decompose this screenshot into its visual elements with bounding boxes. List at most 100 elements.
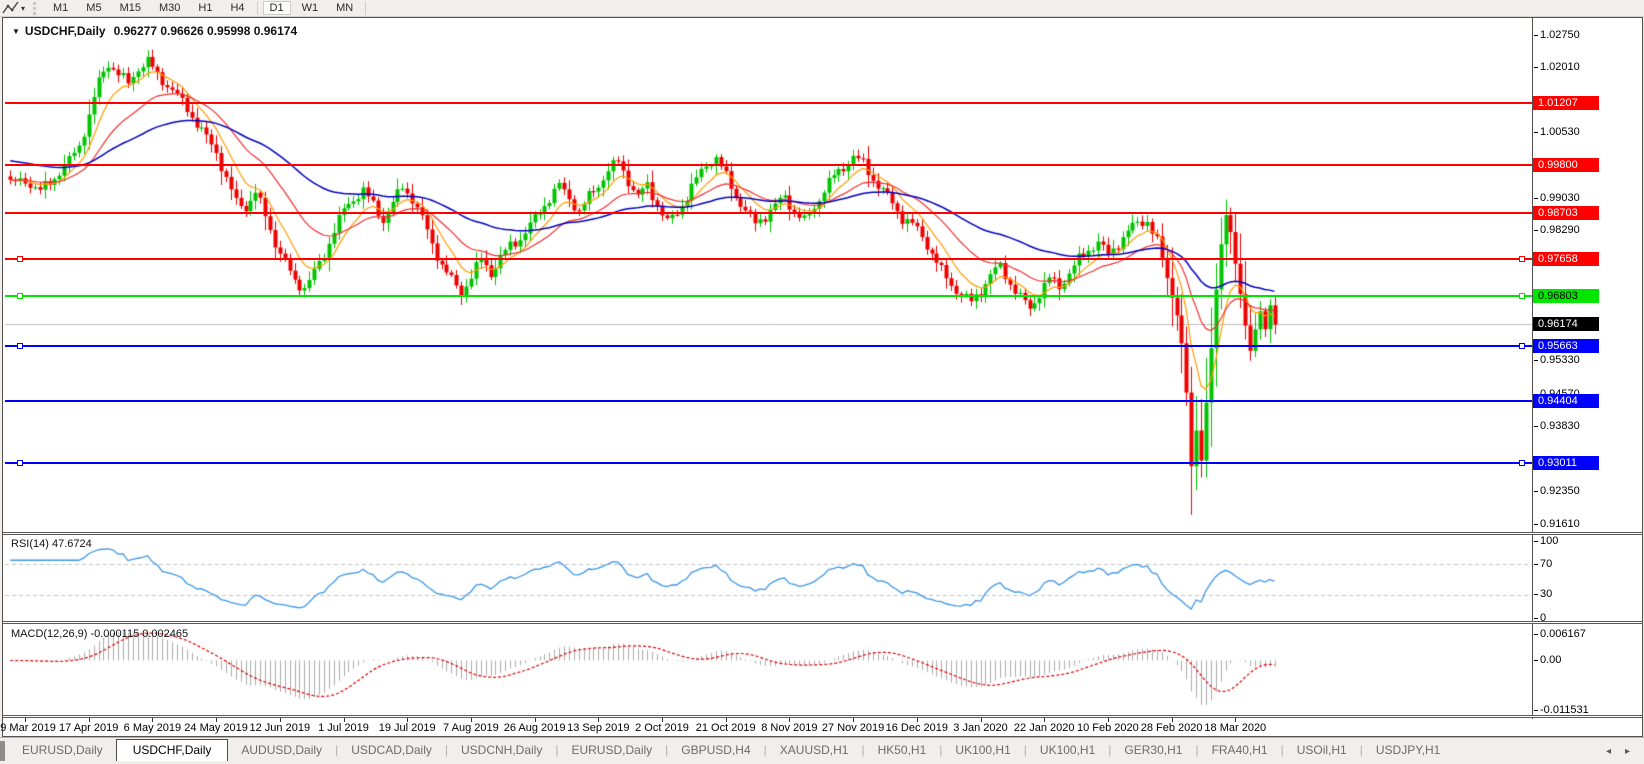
date-axis-label: 13 Sep 2019 [567, 722, 629, 734]
chart-tab-uk100-h1[interactable]: UK100,H1 [942, 740, 1023, 761]
rsi-axis-tick: 0 [1540, 612, 1546, 625]
drawing-tool-icon[interactable] [2, 1, 20, 16]
rsi-macd-separator[interactable] [3, 621, 1642, 624]
macd-date-separator [3, 715, 1642, 718]
chart-tab-hk50-h1[interactable]: HK50,H1 [865, 740, 940, 761]
rsi-axis-tick: 30 [1540, 588, 1552, 601]
price-axis-tick: 0.93830 [1540, 420, 1580, 433]
timeframe-toolbar: ▾ M1 M5 M15 M30 H1 H4 D1 W1MN [0, 0, 1644, 17]
price-axis-tick: 0.95330 [1540, 354, 1580, 367]
price-axis-tick: 1.00530 [1540, 126, 1580, 139]
chart-tab-bar: EURUSD,DailyUSDCHF,DailyAUDUSD,Daily|USD… [0, 737, 1644, 761]
level-price-label: 0.98703 [1533, 206, 1599, 220]
toolbar-separator [257, 2, 258, 15]
timeframe-button-h4[interactable]: H4 [223, 1, 251, 15]
chart-tab-audusd-daily[interactable]: AUDUSD,Daily [228, 740, 335, 761]
horizontal-level-line-0.98703[interactable] [5, 212, 1532, 214]
horizontal-level-line-0.99800[interactable] [5, 164, 1532, 166]
level-price-label: 0.93011 [1533, 456, 1599, 470]
date-axis-label: 10 Feb 2020 [1077, 722, 1139, 734]
chart-tab-uk100-h1[interactable]: UK100,H1 [1027, 740, 1108, 761]
date-axis-label: 3 Jan 2020 [953, 722, 1007, 734]
level-price-label: 0.94404 [1533, 394, 1599, 408]
date-axis-label: 27 Nov 2019 [822, 722, 884, 734]
horizontal-level-line-0.97658[interactable] [5, 258, 1532, 260]
chart-tab-eurusd-daily[interactable]: EURUSD,Daily [558, 740, 665, 761]
tabs-scroll-left-icon[interactable]: ◂ [1606, 746, 1611, 757]
chart-tab-fra40-h1[interactable]: FRA40,H1 [1199, 740, 1281, 761]
chart-tab-xauusd-h1[interactable]: XAUUSD,H1 [767, 740, 862, 761]
chart-tab-usdchf-daily[interactable]: USDCHF,Daily [116, 739, 229, 762]
toolbar-grip[interactable] [33, 2, 38, 15]
date-axis-label: 1 Jul 2019 [318, 722, 369, 734]
horizontal-level-line-0.96803[interactable] [5, 295, 1532, 297]
date-axis-label: 6 May 2019 [124, 722, 181, 734]
level-line-handle[interactable] [1519, 343, 1525, 349]
main-rsi-separator[interactable] [3, 532, 1642, 535]
date-axis-label: 24 May 2019 [184, 722, 248, 734]
level-price-label: 0.96803 [1533, 289, 1599, 303]
chart-tab-usdcnh-daily[interactable]: USDCNH,Daily [448, 740, 555, 761]
tabs-scroll-right-icon[interactable]: ▸ [1625, 746, 1630, 757]
date-axis-label: 2 Oct 2019 [635, 722, 689, 734]
date-axis-label: 26 Aug 2019 [504, 722, 566, 734]
level-price-label: 1.01207 [1533, 96, 1599, 110]
chart-symbol-label: USDCHF,Daily [25, 24, 106, 38]
price-axis-tick: 0.99030 [1540, 192, 1580, 205]
rsi-axis-tick: 70 [1540, 558, 1552, 571]
level-line-handle[interactable] [1519, 293, 1525, 299]
date-axis-label: 29 Mar 2019 [0, 722, 56, 734]
level-price-label: 0.95663 [1533, 339, 1599, 353]
date-axis-label: 18 Mar 2020 [1204, 722, 1266, 734]
horizontal-level-line-0.95663[interactable] [5, 345, 1532, 347]
chart-tab-gbpusd-h4[interactable]: GBPUSD,H4 [668, 740, 763, 761]
price-axis-tick: 0.98290 [1540, 224, 1580, 237]
chart-ohlc-values: 0.96277 0.96626 0.95998 0.96174 [114, 24, 298, 38]
macd-axis-tick: -0.011531 [1540, 704, 1589, 717]
price-axis[interactable] [1532, 18, 1642, 719]
date-axis-label: 21 Oct 2019 [696, 722, 756, 734]
date-axis-label: 28 Feb 2020 [1141, 722, 1203, 734]
horizontal-level-line-1.01207[interactable] [5, 102, 1532, 104]
chart-dropdown-icon[interactable]: ▼ [12, 27, 20, 36]
level-price-label: 0.97658 [1533, 252, 1599, 266]
level-line-handle[interactable] [1519, 256, 1525, 262]
date-axis-label: 12 Jun 2019 [250, 722, 311, 734]
current-price-label: 0.96174 [1533, 317, 1599, 331]
date-axis-label: 19 Jul 2019 [379, 722, 436, 734]
price-axis-tick: 1.02010 [1540, 61, 1580, 74]
price-chart-canvas[interactable] [3, 18, 1642, 736]
macd-axis-tick: 0.006167 [1540, 628, 1586, 641]
timeframe-button-m5[interactable]: M5 [79, 1, 108, 15]
tab-bar-splitter[interactable] [0, 741, 5, 761]
macd-axis-tick: 0.00 [1540, 654, 1561, 667]
date-axis-label: 8 Nov 2019 [761, 722, 817, 734]
chart-tab-ger30-h1[interactable]: GER30,H1 [1111, 740, 1195, 761]
level-price-label: 0.99800 [1533, 158, 1599, 172]
timeframe-button-m15[interactable]: M15 [113, 1, 148, 15]
chart-tab-eurusd-daily[interactable]: EURUSD,Daily [9, 740, 116, 761]
date-axis-label: 7 Aug 2019 [443, 722, 499, 734]
level-line-handle[interactable] [1519, 460, 1525, 466]
horizontal-level-line-0.93011[interactable] [5, 462, 1532, 464]
date-axis-label: 22 Jan 2020 [1014, 722, 1075, 734]
chart-title: ▼ USDCHF,Daily 0.96277 0.96626 0.95998 0.9… [12, 24, 297, 38]
horizontal-level-line-0.94404[interactable] [5, 400, 1532, 402]
timeframe-button-mn[interactable]: MN [329, 1, 360, 15]
chart-tab-usdcad-daily[interactable]: USDCAD,Daily [338, 740, 445, 761]
level-line-handle[interactable] [17, 343, 23, 349]
chart-tab-usoil-h1[interactable]: USOil,H1 [1284, 740, 1360, 761]
level-line-handle[interactable] [17, 293, 23, 299]
tool-dropdown-icon[interactable]: ▾ [21, 4, 25, 13]
timeframe-button-d1[interactable]: D1 [263, 1, 291, 15]
timeframe-button-h1[interactable]: H1 [191, 1, 219, 15]
toolbar-separator [365, 2, 366, 15]
timeframe-button-m1[interactable]: M1 [46, 1, 75, 15]
timeframe-button-m30[interactable]: M30 [152, 1, 187, 15]
chart-window: ▼ USDCHF,Daily 0.96277 0.96626 0.95998 0.9… [2, 17, 1643, 737]
timeframe-button-w1[interactable]: W1 [295, 1, 326, 15]
macd-indicator-label: MACD(12,26,9) -0.000115 0.002465 [11, 628, 188, 640]
chart-tab-usdjpy-h1[interactable]: USDJPY,H1 [1363, 740, 1453, 761]
level-line-handle[interactable] [17, 256, 23, 262]
level-line-handle[interactable] [17, 460, 23, 466]
